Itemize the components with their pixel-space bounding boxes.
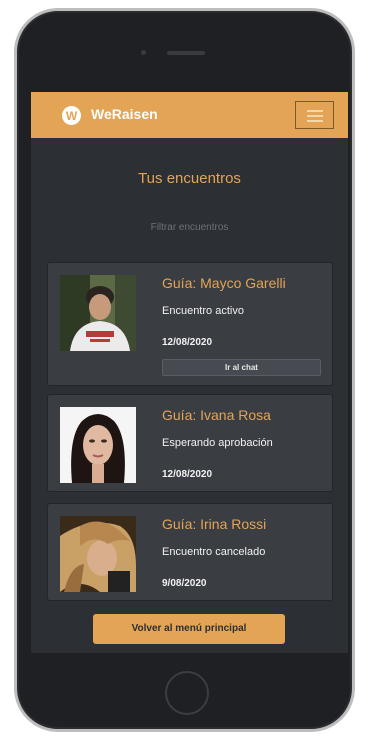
guide-name: Guía: Mayco Garelli xyxy=(162,275,286,291)
camera-dot xyxy=(141,50,146,55)
logo-icon[interactable]: W xyxy=(62,106,81,125)
encounter-card: Guía: Mayco Garelli Encuentro activo 12/… xyxy=(47,262,333,386)
app-screen: W WeRaisen Tus encuentros Filtrar encuen… xyxy=(31,92,348,653)
speaker-grille xyxy=(167,51,205,55)
hamburger-menu-icon xyxy=(307,110,323,112)
logo-letter: W xyxy=(65,108,78,123)
page-title: Tus encuentros xyxy=(138,170,241,187)
guide-photo xyxy=(60,516,136,592)
guide-name: Guía: Ivana Rosa xyxy=(162,407,271,423)
hamburger-menu-button[interactable] xyxy=(295,101,334,129)
encounter-date: 12/08/2020 xyxy=(162,337,213,348)
encounter-card: Guía: Irina Rossi Encuentro cancelado 9/… xyxy=(47,503,333,601)
brand-name[interactable]: WeRaisen xyxy=(91,106,158,122)
top-navbar: W WeRaisen xyxy=(31,92,348,138)
encounter-status: Esperando aprobación xyxy=(162,437,273,449)
encounter-date: 9/08/2020 xyxy=(162,578,207,589)
home-button[interactable] xyxy=(165,671,209,715)
guide-name: Guía: Irina Rossi xyxy=(162,516,267,532)
guide-photo xyxy=(60,275,136,351)
hamburger-menu-icon xyxy=(307,120,323,122)
encounter-status: Encuentro cancelado xyxy=(162,546,266,558)
encounter-card: Guía: Ivana Rosa Esperando aprobación 12… xyxy=(47,394,333,492)
encounter-status: Encuentro activo xyxy=(162,305,244,317)
filter-input[interactable]: Filtrar encuentros xyxy=(31,222,348,233)
hamburger-menu-icon xyxy=(307,115,323,117)
go-to-chat-button[interactable]: Ir al chat xyxy=(162,359,321,376)
back-to-main-menu-button[interactable]: Volver al menú principal xyxy=(93,614,285,644)
encounter-date: 12/08/2020 xyxy=(162,469,213,480)
guide-photo xyxy=(60,407,136,483)
